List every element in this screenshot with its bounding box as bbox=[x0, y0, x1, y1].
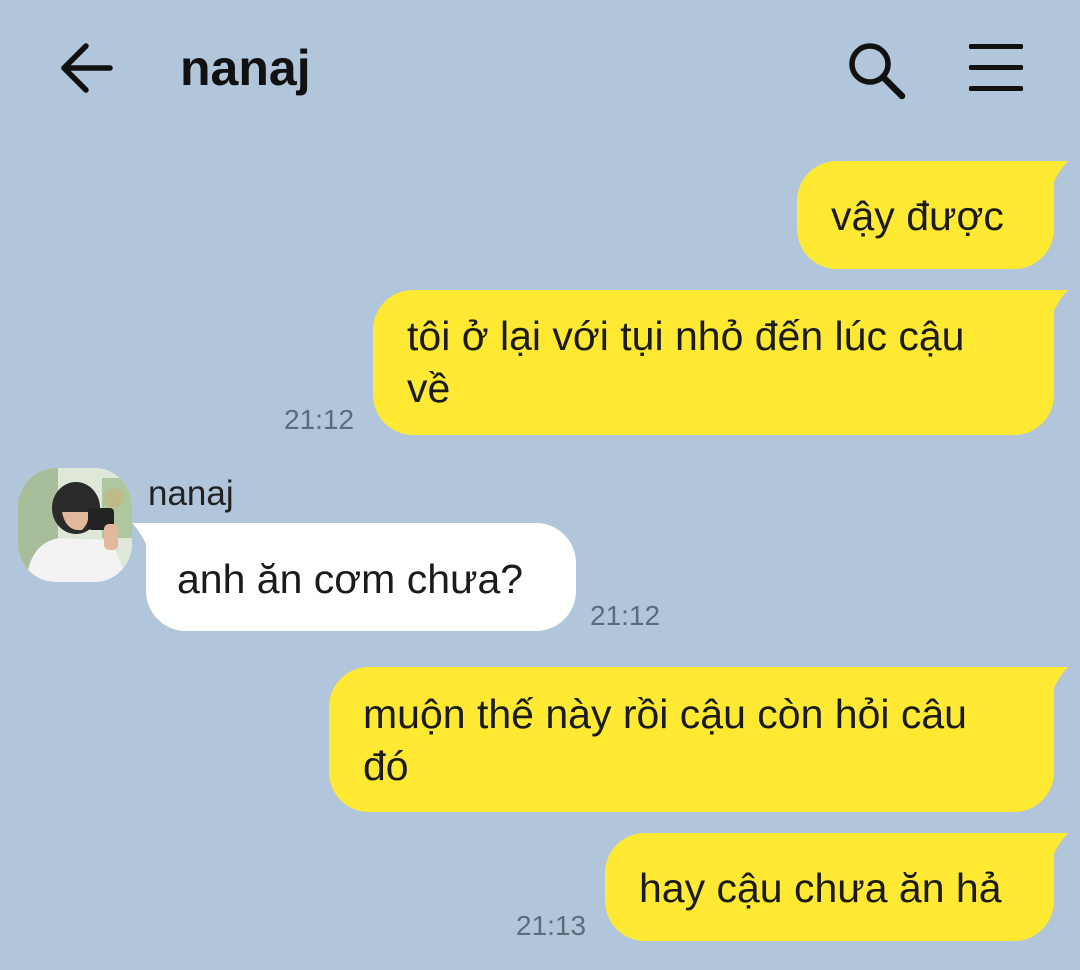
bubble-tail bbox=[1042, 833, 1068, 863]
bubble-tail bbox=[1042, 161, 1068, 191]
outgoing-message-bubble[interactable]: tôi ở lại với tụi nhỏ đến lúc cậu về bbox=[373, 290, 1068, 435]
incoming-message-bubble[interactable]: anh ăn cơm chưa? bbox=[132, 523, 576, 631]
sender-name: nanaj bbox=[148, 474, 234, 513]
message-text: hay cậu chưa ăn hả bbox=[639, 865, 1002, 911]
chat-header: nanaj bbox=[0, 0, 1080, 140]
message-text: anh ăn cơm chưa? bbox=[177, 556, 524, 602]
hamburger-menu-icon[interactable] bbox=[966, 40, 1026, 96]
message-timestamp: 21:12 bbox=[284, 404, 355, 435]
outgoing-message-bubble[interactable]: vậy được bbox=[797, 161, 1068, 269]
profile-photo-avatar bbox=[18, 468, 132, 582]
bubble-tail bbox=[132, 523, 158, 553]
outgoing-message-bubble[interactable]: hay cậu chưa ăn hả bbox=[605, 833, 1068, 941]
message-text: tôi ở lại với tụi nhỏ đến lúc cậu về bbox=[407, 313, 965, 411]
chat-title: nanaj bbox=[180, 40, 311, 96]
bubble-tail bbox=[1042, 667, 1068, 697]
bubble-tail bbox=[1042, 290, 1068, 320]
message-timestamp: 21:13 bbox=[516, 910, 587, 941]
search-icon[interactable] bbox=[844, 38, 908, 102]
message-timestamp: 21:12 bbox=[590, 600, 661, 631]
outgoing-message-bubble[interactable]: muộn thế này rồi cậu còn hỏi câu đó bbox=[329, 667, 1068, 812]
arrow-left-icon[interactable] bbox=[56, 38, 116, 98]
avatar[interactable] bbox=[18, 468, 132, 582]
message-text: muộn thế này rồi cậu còn hỏi câu đó bbox=[363, 691, 967, 789]
message-text: vậy được bbox=[831, 193, 1004, 239]
